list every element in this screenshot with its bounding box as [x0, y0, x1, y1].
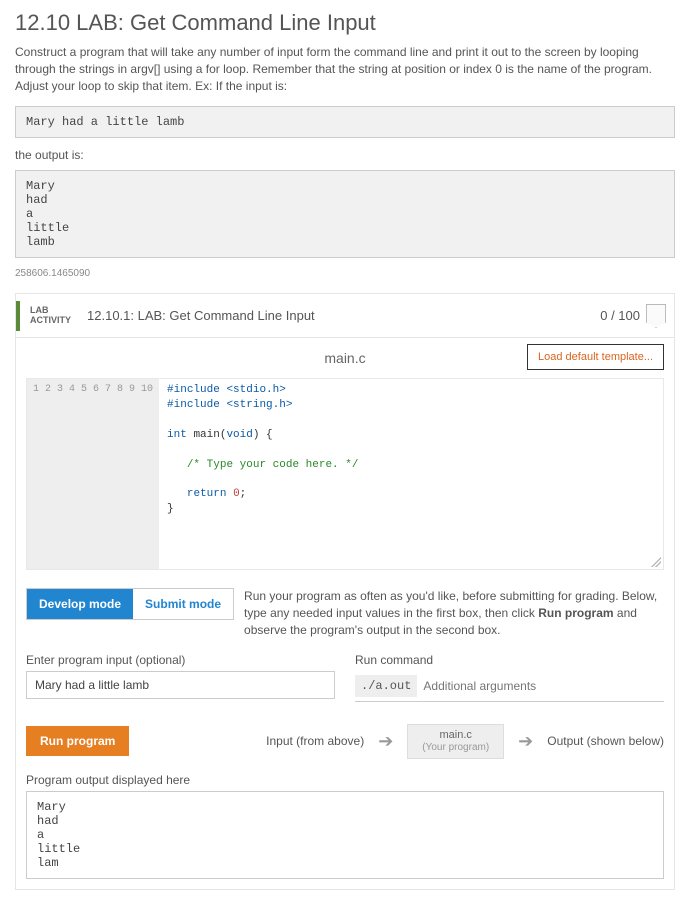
code-token: <stdio.h> [220, 384, 286, 396]
code-token: ; [240, 488, 247, 500]
file-bar: main.c Load default template... [16, 338, 674, 378]
lab-header: LAB ACTIVITY 12.10.1: LAB: Get Command L… [16, 294, 674, 338]
run-program-button[interactable]: Run program [26, 726, 129, 756]
code-token: main( [187, 429, 227, 441]
mode-tabs: Develop mode Submit mode [26, 588, 234, 620]
lab-panel: LAB ACTIVITY 12.10.1: LAB: Get Command L… [15, 293, 675, 890]
code-token: } [167, 503, 174, 515]
run-command-label: Run command [355, 653, 664, 667]
mode-row: Develop mode Submit mode Run your progra… [16, 570, 674, 644]
run-command-box: ./a.out [355, 671, 664, 702]
run-command-args-field[interactable] [417, 675, 664, 697]
score-shield-icon [646, 304, 666, 328]
tab-submit-mode[interactable]: Submit mode [133, 589, 233, 619]
arrow-right-icon: ➔ [518, 731, 533, 752]
resize-handle-icon[interactable] [651, 557, 661, 567]
run-command-fixed: ./a.out [355, 675, 417, 697]
exec-row: Run program Input (from above) ➔ main.c … [16, 706, 674, 767]
output-is-label: the output is: [0, 146, 690, 166]
input-from-above-label: Input (from above) [266, 734, 364, 748]
resource-id: 258606.1465090 [0, 266, 690, 293]
stage-main: main.c [422, 729, 489, 742]
code-token: #include [167, 384, 220, 396]
example-input-box: Mary had a little lamb [15, 106, 675, 138]
mode-description: Run your program as often as you'd like,… [244, 588, 664, 638]
program-input-col: Enter program input (optional) [26, 653, 335, 702]
program-output-label: Program output displayed here [16, 767, 674, 791]
lab-score: 0 / 100 [600, 308, 646, 323]
output-shown-below-label: Output (shown below) [547, 734, 664, 748]
io-row: Enter program input (optional) Run comma… [16, 645, 674, 706]
program-input-field[interactable] [26, 671, 335, 699]
page-title: 12.10 LAB: Get Command Line Input [0, 0, 690, 44]
code-token: 0 [233, 488, 240, 500]
stage-sub: (Your program) [422, 742, 489, 754]
code-token: /* Type your code here. */ [167, 459, 358, 471]
mode-desc-bold: Run program [538, 606, 613, 620]
code-token: <string.h> [220, 399, 293, 411]
line-gutter: 1 2 3 4 5 6 7 8 9 10 [27, 379, 159, 569]
lab-activity-flag: LAB ACTIVITY [16, 301, 81, 331]
code-editor[interactable]: 1 2 3 4 5 6 7 8 9 10 #include <stdio.h> … [26, 378, 664, 570]
run-command-col: Run command ./a.out [355, 653, 664, 702]
lab-activity-title: 12.10.1: LAB: Get Command Line Input [81, 308, 600, 323]
program-input-label: Enter program input (optional) [26, 653, 335, 667]
code-token: ) { [253, 429, 273, 441]
arrow-right-icon: ➔ [378, 731, 393, 752]
lab-instructions: Construct a program that will take any n… [0, 44, 690, 102]
lab-flag-line2: ACTIVITY [30, 316, 71, 326]
code-token: return [187, 488, 227, 500]
example-output-box: Mary had a little lamb [15, 170, 675, 258]
tab-develop-mode[interactable]: Develop mode [27, 589, 133, 619]
load-default-template-button[interactable]: Load default template... [527, 344, 664, 370]
code-area[interactable]: #include <stdio.h> #include <string.h> i… [159, 379, 663, 569]
program-output-box: Mary had a little lam [26, 791, 664, 879]
code-token: #include [167, 399, 220, 411]
code-token: int [167, 429, 187, 441]
code-token [167, 488, 187, 500]
file-name: main.c [324, 350, 365, 366]
code-token: void [226, 429, 252, 441]
program-stage-box: main.c (Your program) [407, 724, 504, 759]
